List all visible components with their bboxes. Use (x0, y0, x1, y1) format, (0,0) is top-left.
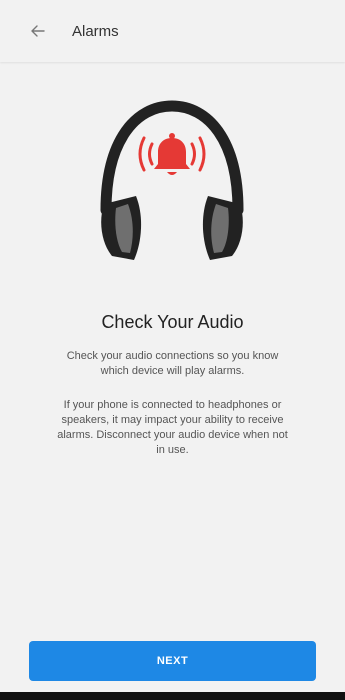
right-ear-cup (202, 196, 243, 260)
page-title: Alarms (72, 22, 119, 40)
info-paragraph-2: If your phone is connected to headphones… (57, 399, 288, 456)
alarm-bell-icon (138, 133, 206, 175)
content-title: Check Your Audio (101, 312, 244, 332)
arrow-left-icon (31, 25, 45, 37)
app-bar: Alarms (0, 0, 345, 62)
next-button[interactable]: NEXT (29, 641, 316, 681)
left-ear-cup (101, 196, 142, 260)
back-button[interactable] (18, 11, 58, 51)
headphones-alarm-bell-icon (100, 100, 244, 260)
system-nav-bar (0, 692, 345, 700)
info-paragraph-1: Check your audio connections so you know… (66, 350, 279, 377)
